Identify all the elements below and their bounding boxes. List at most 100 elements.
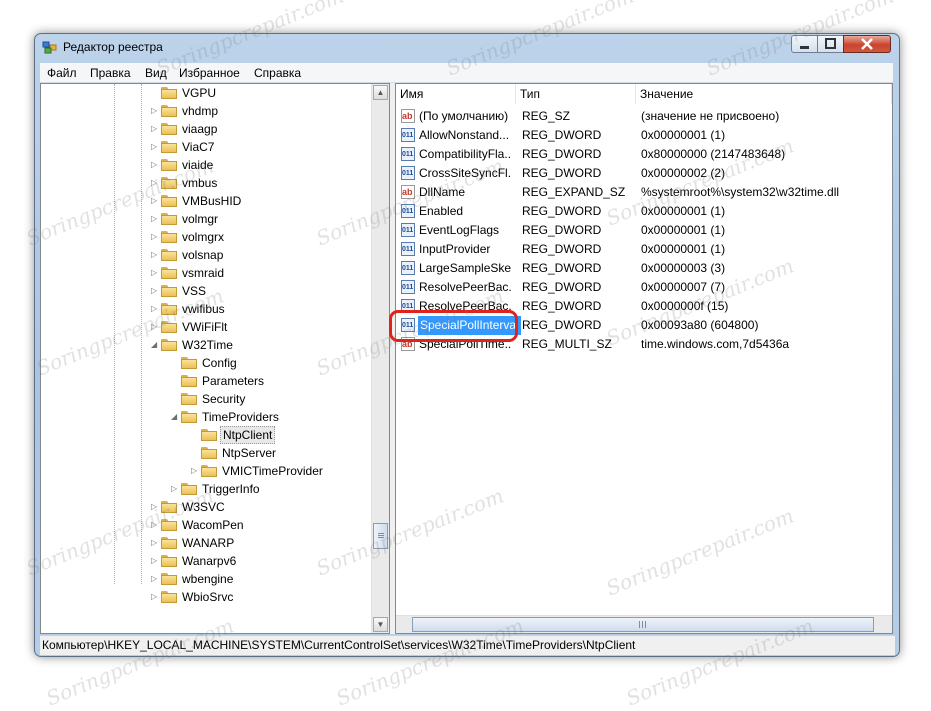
tree-node-label: vmbus	[182, 176, 218, 190]
collapsed-arrow-icon[interactable]: ▷	[171, 480, 180, 498]
value-row[interactable]: CrossSiteSyncFl... REG_DWORD 0x00000002 (2…	[396, 164, 876, 183]
title-bar[interactable]: Редактор реестра	[35, 34, 899, 63]
folder-icon	[161, 321, 177, 333]
collapsed-arrow-icon[interactable]: ▷	[151, 192, 160, 210]
tree-node-label: WbioSrvc	[182, 590, 234, 604]
collapsed-arrow-icon[interactable]: ▷	[151, 264, 160, 282]
collapsed-arrow-icon[interactable]: ▷	[151, 552, 160, 570]
value-data: 0x00093a80 (604800)	[641, 318, 759, 332]
value-row[interactable]: AllowNonstand... REG_DWORD 0x00000001 (1)	[396, 126, 876, 145]
maximize-button[interactable]	[817, 35, 844, 53]
folder-icon	[161, 267, 177, 279]
menu-favorites[interactable]: Избранное	[179, 66, 240, 80]
menu-edit[interactable]: Правка	[90, 66, 131, 80]
maximize-icon	[825, 38, 836, 49]
registry-editor-window: Редактор реестра Файл Правка Вид Избранн…	[34, 33, 900, 657]
collapsed-arrow-icon[interactable]: ▷	[151, 156, 160, 174]
scroll-up-arrow-icon[interactable]: ▲	[373, 85, 388, 100]
registry-key-tree[interactable]: VGPU ▷ vhdmp ▷ viaagp ▷ ViaC7 ▷ viaide ▷ vmbus ▷ VMB…	[40, 83, 390, 634]
value-name: AllowNonstand...	[419, 128, 510, 142]
value-row[interactable]: (По умолчанию) REG_SZ (значение не присвое…	[396, 107, 876, 126]
column-header-data[interactable]: Значение	[636, 84, 892, 104]
collapsed-arrow-icon[interactable]: ▷	[151, 102, 160, 120]
tree-node-label: W32Time	[182, 338, 233, 352]
collapsed-arrow-icon[interactable]: ▷	[151, 210, 160, 228]
value-row[interactable]: CompatibilityFla... REG_DWORD 0x80000000 (…	[396, 145, 876, 164]
value-type: REG_EXPAND_SZ	[522, 185, 626, 199]
folder-icon	[161, 303, 177, 315]
value-row[interactable]: Enabled REG_DWORD 0x00000001 (1)	[396, 202, 876, 221]
folder-icon	[161, 159, 177, 171]
red-highlight-annotation	[389, 310, 518, 342]
folder-icon	[181, 483, 197, 495]
value-data: 0x00000002 (2)	[641, 166, 726, 180]
close-button[interactable]	[843, 35, 891, 53]
tree-node-label: volmgrx	[182, 230, 225, 244]
registry-values-list[interactable]: Имя Тип Значение (По умолчанию) REG_SZ (зн…	[395, 83, 893, 634]
folder-icon	[161, 537, 177, 549]
folder-icon	[161, 141, 177, 153]
expanded-arrow-icon[interactable]: ◢	[171, 408, 180, 426]
collapsed-arrow-icon[interactable]: ▷	[151, 534, 160, 552]
collapsed-arrow-icon[interactable]: ▷	[191, 462, 200, 480]
collapsed-arrow-icon[interactable]: ▷	[151, 120, 160, 138]
value-row[interactable]: LargeSampleSkew REG_DWORD 0x00000003 (3)	[396, 259, 876, 278]
folder-icon	[181, 357, 197, 369]
value-type: REG_DWORD	[522, 242, 602, 256]
collapsed-arrow-icon[interactable]: ▷	[151, 498, 160, 516]
menu-help[interactable]: Справка	[254, 66, 301, 80]
tree-node-label: TimeProviders	[202, 410, 279, 424]
menu-file[interactable]: Файл	[47, 66, 77, 80]
folder-icon	[161, 573, 177, 585]
value-name: CrossSiteSyncFl...	[419, 166, 511, 180]
collapsed-arrow-icon[interactable]: ▷	[151, 588, 160, 606]
folder-icon	[161, 123, 177, 135]
tree-vertical-scrollbar[interactable]: ▲ ▼	[371, 84, 389, 633]
value-type: REG_DWORD	[522, 128, 602, 142]
folder-icon	[161, 519, 177, 531]
value-row[interactable]: InputProvider REG_DWORD 0x00000001 (1)	[396, 240, 876, 259]
tree-node-label: Security	[202, 392, 246, 406]
column-header-type[interactable]: Тип	[516, 84, 636, 104]
minimize-button[interactable]	[791, 35, 818, 53]
list-scroll-thumb[interactable]	[412, 617, 874, 632]
value-name: DllName	[419, 185, 466, 199]
tree-scroll-thumb[interactable]	[373, 523, 388, 549]
list-horizontal-scrollbar[interactable]	[396, 615, 892, 633]
expanded-arrow-icon[interactable]: ◢	[151, 336, 160, 354]
menu-view[interactable]: Вид	[145, 66, 167, 80]
value-data: %systemroot%\system32\w32time.dll	[641, 185, 840, 199]
folder-icon	[201, 429, 217, 441]
collapsed-arrow-icon[interactable]: ▷	[151, 246, 160, 264]
value-name: EventLogFlags	[419, 223, 500, 237]
folder-icon	[201, 447, 217, 459]
value-name: (По умолчанию)	[419, 109, 509, 123]
collapsed-arrow-icon[interactable]: ▷	[151, 318, 160, 336]
registry-editor-icon	[42, 41, 57, 54]
collapsed-arrow-icon[interactable]: ▷	[151, 282, 160, 300]
collapsed-arrow-icon[interactable]: ▷	[151, 516, 160, 534]
binary-value-icon	[401, 221, 415, 240]
value-data: 0x00000001 (1)	[641, 204, 726, 218]
value-data: 0x0000000f (15)	[641, 299, 729, 313]
value-data: 0x00000001 (1)	[641, 242, 726, 256]
value-type: REG_MULTI_SZ	[522, 337, 612, 351]
value-row[interactable]: EventLogFlags REG_DWORD 0x00000001 (1)	[396, 221, 876, 240]
tree-node-label: volmgr	[182, 212, 219, 226]
column-header-name[interactable]: Имя	[396, 84, 516, 104]
value-row[interactable]: DllName REG_EXPAND_SZ %systemroot%\system3…	[396, 183, 876, 202]
tree-node-label: Parameters	[202, 374, 265, 388]
tree-node-label: wbengine	[182, 572, 234, 586]
collapsed-arrow-icon[interactable]: ▷	[151, 138, 160, 156]
tree-node-label: vsmraid	[182, 266, 225, 280]
binary-value-icon	[401, 202, 415, 221]
folder-icon	[161, 249, 177, 261]
scroll-down-arrow-icon[interactable]: ▼	[373, 617, 388, 632]
value-row[interactable]: ResolvePeerBac... REG_DWORD 0x00000007 (7)	[396, 278, 876, 297]
collapsed-arrow-icon[interactable]: ▷	[151, 570, 160, 588]
collapsed-arrow-icon[interactable]: ▷	[151, 174, 160, 192]
menu-bar: Файл Правка Вид Избранное Справка	[40, 63, 893, 83]
collapsed-arrow-icon[interactable]: ▷	[151, 300, 160, 318]
tree-node-label: volsnap	[182, 248, 224, 262]
collapsed-arrow-icon[interactable]: ▷	[151, 228, 160, 246]
